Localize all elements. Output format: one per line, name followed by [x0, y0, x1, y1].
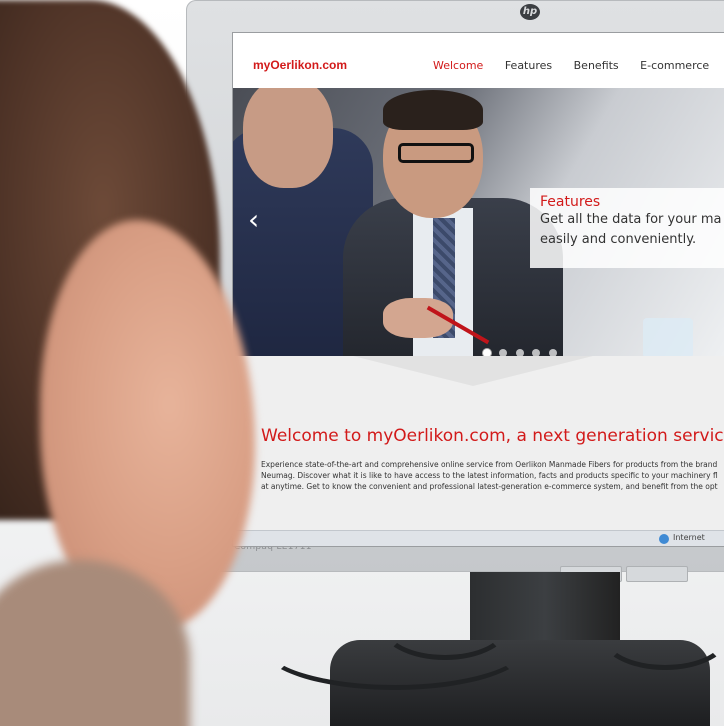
nav-welcome[interactable]: Welcome — [433, 59, 483, 72]
welcome-line: Experience state-of-the-art and comprehe… — [261, 460, 718, 469]
monitor-button[interactable] — [626, 566, 688, 582]
carousel-dot[interactable] — [532, 349, 541, 356]
welcome-title: Welcome to myOerlikon.com, a next genera… — [261, 426, 724, 446]
photo-scene: hp HP Compaq LE1711 myOerlikon.com Welco… — [0, 0, 724, 726]
carousel-dot[interactable] — [515, 349, 524, 356]
hero-carousel: ‹ Features Get all the data for your ma … — [233, 88, 724, 356]
site-header: myOerlikon.com Welcome Features Benefits… — [233, 33, 724, 88]
site-logo[interactable]: myOerlikon.com — [253, 58, 347, 72]
cable — [380, 590, 510, 660]
carousel-dot[interactable] — [499, 349, 508, 356]
main-nav: Welcome Features Benefits E-commerce Ho — [433, 59, 724, 72]
nav-features[interactable]: Features — [505, 59, 552, 72]
section-chevron — [353, 356, 593, 386]
feature-title: Features — [540, 194, 601, 210]
nav-benefits[interactable]: Benefits — [574, 59, 619, 72]
globe-icon — [659, 534, 669, 544]
browser-status-bar: Internet — [233, 530, 724, 546]
welcome-text: Experience state-of-the-art and comprehe… — [261, 459, 724, 492]
monitor-screen: myOerlikon.com Welcome Features Benefits… — [232, 32, 724, 547]
carousel-dot[interactable] — [548, 349, 557, 356]
man-left-head — [243, 88, 333, 188]
glasses — [398, 143, 474, 163]
welcome-section: Welcome to myOerlikon.com, a next genera… — [233, 356, 724, 546]
water-glass — [643, 318, 693, 356]
hair — [383, 90, 483, 130]
feature-text: Get all the data for your ma easily and … — [540, 210, 722, 250]
feature-caption: Features Get all the data for your ma ea… — [530, 188, 724, 268]
carousel-dot[interactable] — [483, 349, 491, 356]
feature-line: Get all the data for your ma — [540, 212, 722, 227]
welcome-line: at anytime. Get to know the convenient a… — [261, 482, 718, 491]
hp-logo: hp — [520, 4, 540, 20]
status-text: Internet — [673, 533, 705, 542]
welcome-line: Neumag. Discover what it is like to have… — [261, 471, 718, 480]
feature-line: easily and conveniently. — [540, 232, 697, 247]
carousel-dots — [483, 344, 561, 356]
chevron-left-icon[interactable]: ‹ — [248, 203, 259, 236]
cable — [600, 600, 724, 670]
nav-ecommerce[interactable]: E-commerce — [640, 59, 709, 72]
